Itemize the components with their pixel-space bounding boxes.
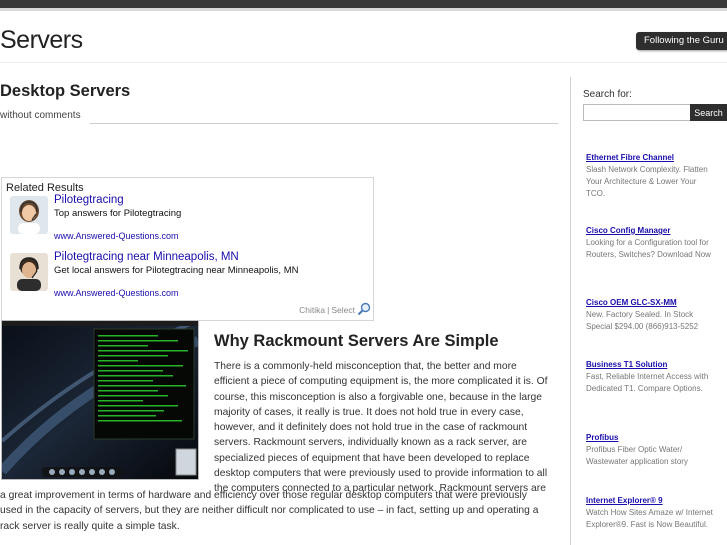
sidebar-divider: [570, 77, 571, 545]
article-line: used in the capacity of servers, but the…: [0, 505, 539, 517]
article-line: rack server is really quite a simple tas…: [0, 520, 180, 532]
sidebar-ad-description: Looking for a Configuration tool for Rou…: [586, 238, 711, 259]
article-body-full: a great improvement in terms of hardware…: [0, 488, 556, 534]
sidebar-ad-title[interactable]: Internet Explorer® 9: [586, 496, 716, 505]
search-input[interactable]: [583, 104, 695, 121]
select-link[interactable]: Select: [331, 305, 355, 315]
sidebar-ad-description: Watch How Sites Amaze w/ Internet Explor…: [586, 508, 713, 529]
article-line: desktop computers that were previously u…: [214, 468, 548, 480]
magnifier-icon[interactable]: [357, 302, 371, 318]
article-line: majority of cases, it really is true. It…: [214, 406, 524, 418]
related-ad-url[interactable]: www.Answered-Questions.com: [54, 231, 179, 241]
article-line: however, and it definitely does not hold…: [214, 422, 528, 434]
related-ad-description: Top answers for Pilotegtracing: [54, 208, 182, 219]
sidebar-ad: Cisco Config Manager Looking for a Confi…: [586, 226, 716, 261]
chitika-separator: |: [327, 305, 330, 315]
chitika-footer: Chitika | Select: [299, 302, 371, 318]
sidebar-ad-description: New. Factory Sealed. In Stock Special $2…: [586, 310, 699, 331]
sidebar-ad-title[interactable]: Cisco Config Manager: [586, 226, 716, 235]
follow-guru-button[interactable]: Following the Guru: [636, 32, 727, 50]
post-title[interactable]: Desktop Servers: [0, 82, 130, 101]
woman-headset-avatar[interactable]: [10, 196, 48, 234]
chitika-link[interactable]: Chitika: [299, 305, 325, 315]
sidebar-ad: Profibus Profibus Fiber Optic Water/ Was…: [586, 433, 716, 468]
sidebar-ad-title[interactable]: Cisco OEM GLC-SX-MM: [586, 298, 716, 307]
comments-divider: [90, 123, 558, 124]
related-ad-title[interactable]: Pilotegtracing near Minneapolis, MN: [54, 251, 239, 263]
linux-desktop-screenshot: [1, 320, 199, 480]
sidebar-ad-title[interactable]: Business T1 Solution: [586, 360, 716, 369]
sidebar-ad: Cisco OEM GLC-SX-MM New. Factory Sealed.…: [586, 298, 716, 333]
article-body-right: There is a commonly-held misconception t…: [214, 359, 556, 497]
article-line: course, this misconception is also a for…: [214, 391, 542, 403]
sidebar-ad-title[interactable]: Ethernet Fibre Channel: [586, 153, 716, 162]
sidebar-ad: Internet Explorer® 9 Watch How Sites Ama…: [586, 496, 716, 531]
top-bar: [0, 0, 727, 8]
sidebar-ad-description: Fast, Reliable Internet Access with Dedi…: [586, 372, 709, 393]
sidebar-ad-description: Profibus Fiber Optic Water/ Wastewater a…: [586, 445, 688, 466]
related-ad-title[interactable]: Pilotegtracing: [54, 194, 124, 206]
article-line: There is a commonly-held misconception t…: [214, 361, 517, 372]
sidebar-ad-description: Slash Network Complexity. Flatten Your A…: [586, 165, 708, 198]
header-divider: [0, 62, 727, 63]
related-ad-url[interactable]: www.Answered-Questions.com: [54, 288, 179, 298]
site-title[interactable]: Servers: [0, 26, 83, 55]
search-label: Search for:: [583, 89, 632, 100]
top-bar-underline: [0, 8, 727, 11]
article-line: efficient a piece of computing equipment…: [214, 376, 548, 388]
related-ad-description: Get local answers for Pilotegtracing nea…: [54, 265, 299, 276]
sidebar-ad: Business T1 Solution Fast, Reliable Inte…: [586, 360, 716, 395]
article-title: Why Rackmount Servers Are Simple: [214, 332, 499, 350]
article-line: specialized pieces of equipment that hav…: [214, 452, 530, 464]
article-line: a great improvement in terms of hardware…: [0, 490, 527, 501]
related-results-heading: Related Results: [6, 182, 84, 194]
sidebar-ad-title[interactable]: Profibus: [586, 433, 716, 442]
comments-count[interactable]: without comments: [0, 110, 81, 121]
sidebar-ad: Ethernet Fibre Channel Slash Network Com…: [586, 153, 716, 200]
man-headset-avatar[interactable]: [10, 253, 48, 291]
article-line: servers. Rackmount servers, individually…: [214, 437, 528, 449]
search-button[interactable]: Search: [690, 104, 727, 121]
related-results-box: Related Results Pilotegtracing Top answe…: [1, 177, 374, 321]
